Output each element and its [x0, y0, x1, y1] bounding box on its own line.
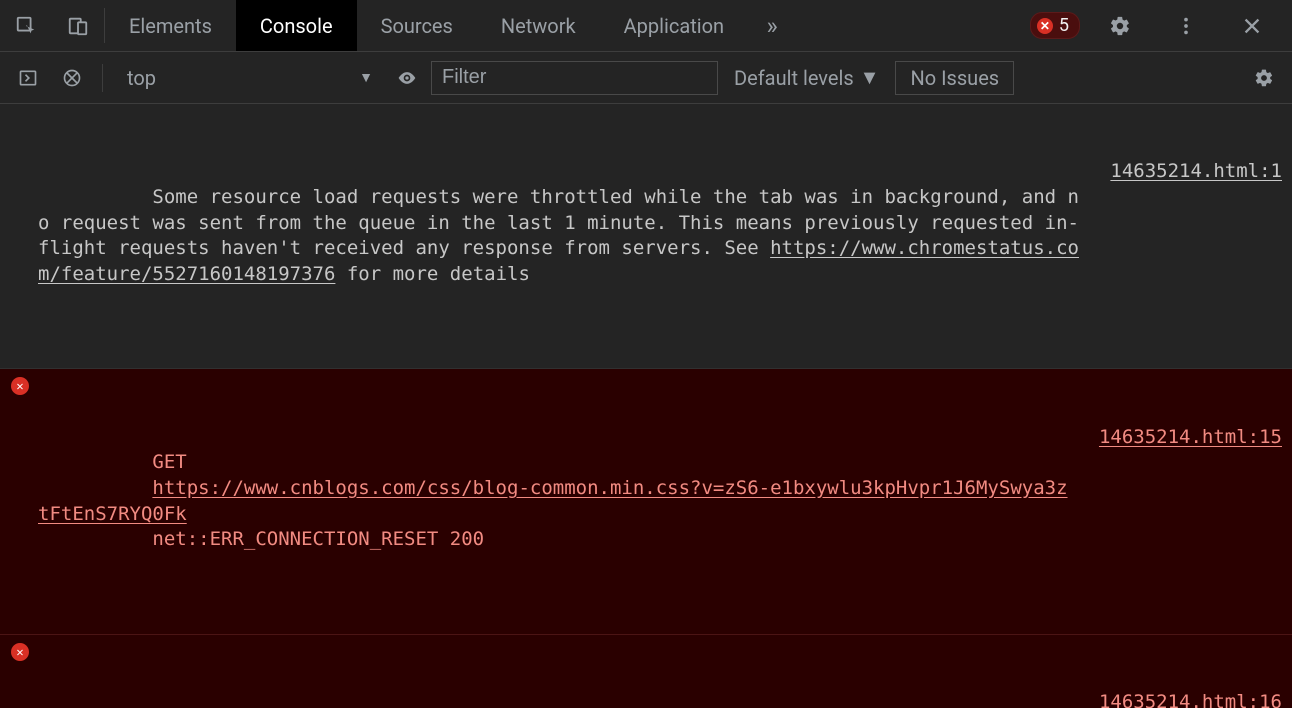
- source-link[interactable]: 14635214.html:16: [1099, 691, 1282, 708]
- issues-label: No Issues: [910, 66, 999, 90]
- tab-label: Console: [260, 14, 333, 38]
- message-body: Some resource load requests were throttl…: [34, 108, 1282, 364]
- console-sidebar-toggle-icon[interactable]: [8, 58, 48, 98]
- device-toolbar-icon[interactable]: [52, 0, 104, 51]
- message-text: for more details: [335, 263, 529, 285]
- context-label: top: [127, 66, 156, 90]
- log-levels-select[interactable]: Default levels ▼: [722, 65, 891, 90]
- chevron-down-icon: ▼: [860, 65, 880, 90]
- console-message-error: ✕ GET https://www.cnblogs.com/css/blog-c…: [0, 369, 1292, 634]
- more-tabs-icon[interactable]: »: [748, 0, 796, 51]
- inspect-element-icon[interactable]: [0, 0, 52, 51]
- tab-sources[interactable]: Sources: [357, 0, 477, 51]
- console-message-error: ✕ GET https://www.cnblogs.com/skins/codi…: [0, 635, 1292, 708]
- http-method: GET: [152, 451, 186, 473]
- tab-label: Sources: [381, 14, 453, 38]
- tab-label: Elements: [129, 14, 212, 38]
- console-output: Some resource load requests were throttl…: [0, 104, 1292, 708]
- message-body: GET https://www.cnblogs.com/css/blog-com…: [34, 373, 1282, 629]
- issues-button[interactable]: No Issues: [895, 61, 1014, 95]
- chevron-down-icon: ▼: [359, 69, 373, 86]
- error-icon: ✕: [11, 643, 29, 661]
- panel-tabs: Elements Console Sources Network Applica…: [105, 0, 796, 51]
- console-message: Some resource load requests were throttl…: [0, 104, 1292, 369]
- console-settings-gear-icon[interactable]: [1244, 58, 1284, 98]
- message-gutter: ✕: [6, 639, 34, 661]
- message-body: GET https://www.cnblogs.com/skins/coding…: [34, 639, 1282, 708]
- error-icon: ✕: [1037, 18, 1053, 34]
- close-icon[interactable]: [1226, 15, 1278, 37]
- error-count: 5: [1059, 15, 1069, 36]
- clear-console-icon[interactable]: [52, 58, 92, 98]
- tab-console[interactable]: Console: [236, 0, 357, 51]
- settings-gear-icon[interactable]: [1094, 15, 1146, 37]
- filter-input[interactable]: [431, 61, 718, 95]
- message-gutter: ✕: [6, 373, 34, 395]
- live-expression-icon[interactable]: [387, 58, 427, 98]
- devtools-top-bar: Elements Console Sources Network Applica…: [0, 0, 1292, 52]
- kebab-menu-icon[interactable]: [1160, 15, 1212, 37]
- tab-network[interactable]: Network: [477, 0, 600, 51]
- tab-label: Application: [624, 14, 724, 38]
- tab-label: Network: [501, 14, 576, 38]
- tab-application[interactable]: Application: [600, 0, 748, 51]
- top-right-controls: ✕ 5: [1030, 0, 1292, 51]
- source-link[interactable]: 14635214.html:15: [1099, 426, 1282, 448]
- separator: [102, 64, 103, 92]
- tab-elements[interactable]: Elements: [105, 0, 236, 51]
- source-link[interactable]: 14635214.html:1: [1110, 160, 1282, 182]
- levels-label: Default levels: [734, 66, 854, 90]
- console-toolbar: top ▼ Default levels ▼ No Issues: [0, 52, 1292, 104]
- error-status: net::ERR_CONNECTION_RESET 200: [152, 528, 484, 550]
- request-url[interactable]: https://www.cnblogs.com/css/blog-common.…: [38, 477, 1068, 525]
- message-gutter: [6, 108, 34, 112]
- error-icon: ✕: [11, 377, 29, 395]
- execution-context-select[interactable]: top ▼: [113, 61, 383, 95]
- error-count-chip[interactable]: ✕ 5: [1030, 12, 1080, 39]
